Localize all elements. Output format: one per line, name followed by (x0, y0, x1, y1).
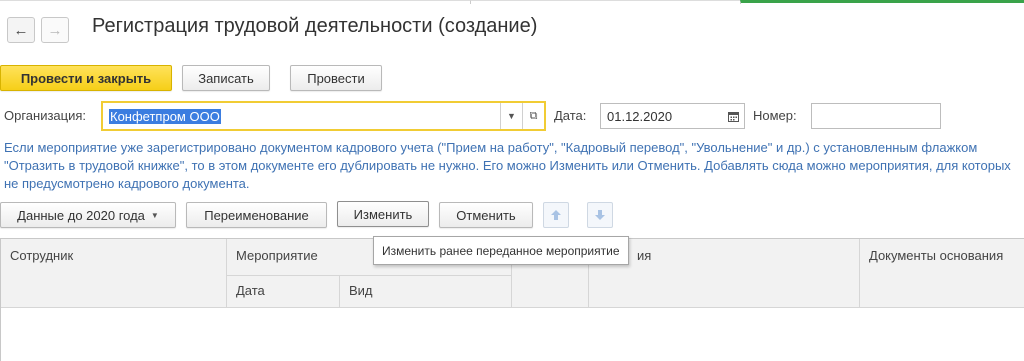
column-kind[interactable]: Вид (340, 276, 511, 307)
save-button[interactable]: Записать (182, 65, 270, 91)
chevron-down-icon: ▼ (150, 210, 159, 220)
move-down-button[interactable] (587, 202, 613, 228)
window-top-strip (0, 0, 1024, 6)
rename-button[interactable]: Переименование (186, 202, 327, 228)
date-field[interactable]: 01.12.2020 (600, 103, 745, 129)
data-before-2020-label: Данные до 2020 года (17, 207, 145, 223)
back-button[interactable]: ← (7, 17, 35, 43)
number-field[interactable] (811, 103, 941, 129)
header-divider (227, 275, 511, 276)
info-message: Если мероприятие уже зарегистрировано до… (4, 140, 1011, 191)
arrow-down-icon (595, 210, 605, 220)
organization-label: Организация: (4, 108, 87, 123)
change-button[interactable]: Изменить (337, 201, 429, 227)
arrow-left-icon: ← (13, 21, 29, 39)
organization-value: Конфетпром ООО (109, 108, 221, 124)
data-before-2020-button[interactable]: Данные до 2020 года ▼ (0, 202, 176, 228)
organization-field[interactable]: Конфетпром ООО ▼ ⧉ (101, 101, 546, 131)
date-value: 01.12.2020 (607, 108, 673, 124)
page-title: Регистрация трудовой деятельности (созда… (92, 15, 538, 37)
number-label: Номер: (753, 108, 797, 123)
chevron-down-icon: ▼ (507, 111, 516, 121)
header-bottom-border (1, 307, 1024, 308)
calendar-icon (727, 111, 739, 122)
post-button[interactable]: Провести (290, 65, 382, 91)
column-employee[interactable]: Сотрудник (1, 239, 226, 307)
column-divider (859, 239, 860, 307)
column-divider (226, 239, 227, 307)
dropdown-button[interactable]: ▼ (500, 103, 522, 129)
post-and-close-button[interactable]: Провести и закрыть (0, 65, 172, 91)
column-date[interactable]: Дата (227, 276, 339, 307)
column-position[interactable]: ия (589, 239, 859, 307)
column-documents[interactable]: Документы основания (860, 239, 1024, 307)
open-button[interactable]: ⧉ (522, 103, 544, 129)
arrow-up-icon (551, 210, 561, 220)
arrow-right-icon: → (47, 21, 63, 39)
calendar-button[interactable] (722, 104, 744, 128)
tooltip: Изменить ранее переданное мероприятие (373, 236, 629, 265)
move-up-button[interactable] (543, 202, 569, 228)
cancel-button[interactable]: Отменить (439, 202, 533, 228)
date-label: Дата: (554, 108, 587, 123)
column-divider (339, 275, 340, 307)
forward-button[interactable]: → (41, 17, 69, 43)
open-window-icon: ⧉ (529, 109, 538, 122)
